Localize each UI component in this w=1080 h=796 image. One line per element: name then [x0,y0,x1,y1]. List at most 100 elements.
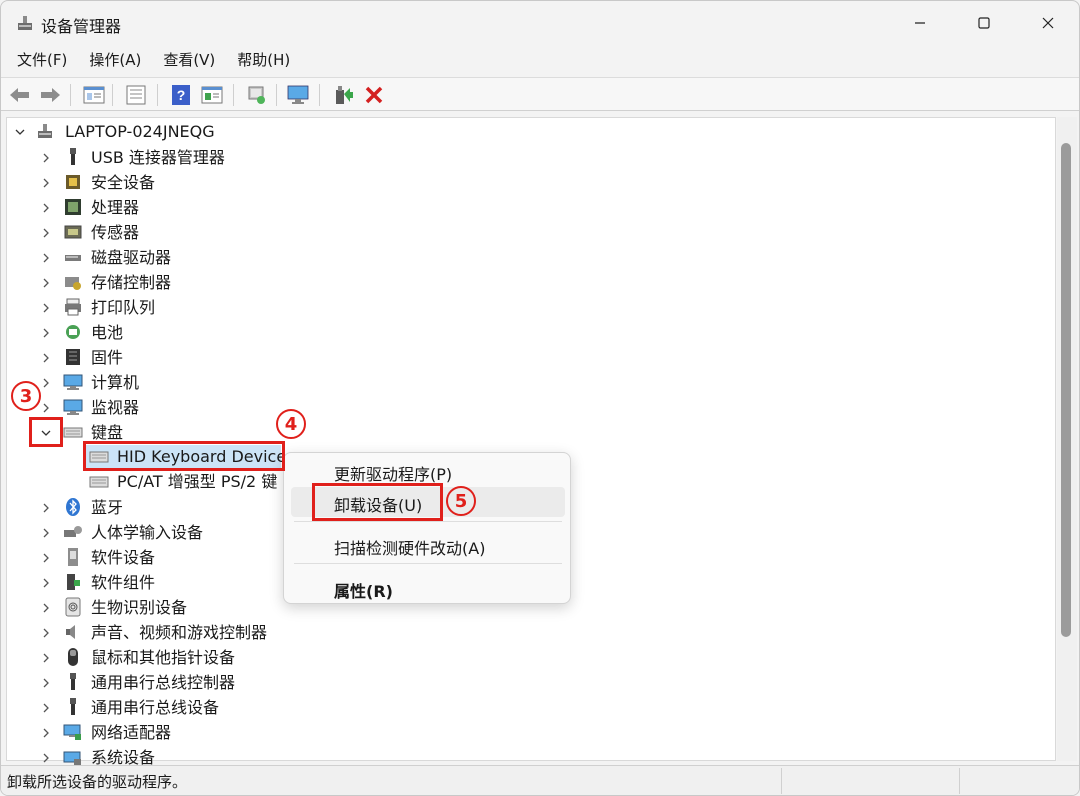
tree-category-label[interactable]: 软件设备 [91,548,155,568]
chevron-right-icon[interactable] [39,176,53,190]
chevron-right-icon[interactable] [39,251,53,265]
chevron-right-icon[interactable] [39,751,53,765]
annotation-step-4: 4 [276,409,306,439]
bluetooth-icon [66,498,80,516]
annotation-step-3: 3 [11,381,41,411]
back-button[interactable] [7,82,33,108]
tree-category-label[interactable]: 打印队列 [91,298,155,318]
chevron-right-icon[interactable] [39,351,53,365]
help-icon: ? [172,85,190,105]
usb-icon [70,698,76,715]
uninstall-x-icon [365,86,383,104]
monitor-icon [63,399,83,415]
tree-category-label[interactable]: 人体学输入设备 [91,523,203,543]
tree-category-label[interactable]: 存储控制器 [91,273,171,293]
update-driver-icon [336,86,353,104]
software-device-icon [68,548,78,566]
chevron-right-icon[interactable] [39,301,53,315]
menu-properties[interactable]: 属性(R) [334,578,393,602]
chevron-right-icon[interactable] [39,601,53,615]
chevron-right-icon[interactable] [39,201,53,215]
back-arrow-icon [10,88,29,102]
chevron-right-icon[interactable] [39,626,53,640]
software-component-icon [67,574,80,590]
annotation-step-5: 5 [446,486,476,516]
chevron-right-icon[interactable] [39,726,53,740]
tree-category-label[interactable]: 电池 [91,323,123,343]
tree-category-label[interactable]: 安全设备 [91,173,155,193]
view-button[interactable] [199,82,225,108]
tree-category-label[interactable]: 声音、视频和游戏控制器 [91,623,267,643]
chevron-right-icon[interactable] [39,701,53,715]
keyboard-icon [63,427,83,438]
annotation-box-hid-keyboard [83,441,285,471]
chevron-right-icon[interactable] [39,276,53,290]
chevron-right-icon[interactable] [39,676,53,690]
usb-icon [70,673,76,690]
computer-icon [63,374,83,390]
annotation-box-uninstall [312,483,443,521]
tree-category-label[interactable]: 蓝牙 [91,498,123,518]
disk-drive-icon [65,255,81,261]
monitor-button[interactable] [285,82,311,108]
chevron-right-icon[interactable] [39,326,53,340]
tree-category-label[interactable]: 处理器 [91,198,139,218]
update-driver-button[interactable] [330,82,356,108]
chevron-right-icon[interactable] [39,226,53,240]
chevron-right-icon[interactable] [39,401,53,415]
tree-category-label[interactable]: 鼠标和其他指针设备 [91,648,235,668]
tree-category-label[interactable]: 网络适配器 [91,723,171,743]
menu-view[interactable]: 查看(V) [155,45,223,75]
device-list-button[interactable] [123,82,149,108]
tree-category-label[interactable]: 通用串行总线控制器 [91,673,235,693]
tree-child-ps2-keyboard[interactable]: PC/AT 增强型 PS/2 键 [117,472,277,492]
tree-category-label[interactable]: 传感器 [91,223,139,243]
chevron-right-icon[interactable] [39,651,53,665]
menu-help[interactable]: 帮助(H) [229,45,298,75]
tree-category-label[interactable]: 软件组件 [91,573,155,593]
sensor-icon [64,225,82,239]
close-icon [1042,17,1054,29]
tree-category-label[interactable]: USB 连接器管理器 [91,148,225,168]
chevron-right-icon[interactable] [39,376,53,390]
toolbar-separator [70,84,71,106]
menu-scan-hardware[interactable]: 扫描检测硬件改动(A) [334,535,485,559]
uninstall-device-button[interactable] [361,82,387,108]
scrollbar-thumb[interactable] [1061,143,1071,637]
monitor-icon [287,85,309,104]
tree-category-label[interactable]: 固件 [91,348,123,368]
minimize-icon [915,22,925,24]
context-menu: 更新驱动程序(P) 卸载设备(U) 扫描检测硬件改动(A) 属性(R) [283,452,571,604]
device-manager-app-icon [18,16,32,30]
chevron-right-icon[interactable] [39,151,53,165]
status-bar: 卸载所选设备的驱动程序。 [1,765,1079,795]
properties-sheet-icon [83,86,105,104]
menu-file[interactable]: 文件(F) [9,45,75,75]
toolbar: ? [1,77,1079,111]
tree-category-label[interactable]: 磁盘驱动器 [91,248,171,268]
chevron-right-icon[interactable] [39,576,53,590]
chevron-right-icon[interactable] [39,501,53,515]
maximize-button[interactable] [953,1,1015,45]
menu-action[interactable]: 操作(A) [81,45,149,75]
chevron-right-icon[interactable] [39,526,53,540]
tree-category-label[interactable]: 键盘 [91,423,123,443]
properties-sheet-button[interactable] [81,82,107,108]
tree-category-label[interactable]: 计算机 [91,373,139,393]
toolbar-separator [233,84,234,106]
minimize-button[interactable] [889,1,951,45]
vertical-scrollbar[interactable] [1057,117,1077,761]
tree-category-label[interactable]: 监视器 [91,398,139,418]
scan-hardware-button[interactable] [244,82,270,108]
view-icon [201,86,223,104]
close-button[interactable] [1017,1,1079,45]
help-button[interactable]: ? [168,82,194,108]
tree-root-label[interactable]: LAPTOP-024JNEQG [65,122,215,142]
tree-category-label[interactable]: 生物识别设备 [91,598,187,618]
tree-category-label[interactable]: 通用串行总线设备 [91,698,219,718]
menu-update-driver[interactable]: 更新驱动程序(P) [334,461,452,485]
chevron-right-icon[interactable] [39,551,53,565]
chevron-down-icon[interactable] [13,125,27,139]
menu-bar: 文件(F) 操作(A) 查看(V) 帮助(H) [1,45,1079,75]
forward-button[interactable] [37,82,63,108]
